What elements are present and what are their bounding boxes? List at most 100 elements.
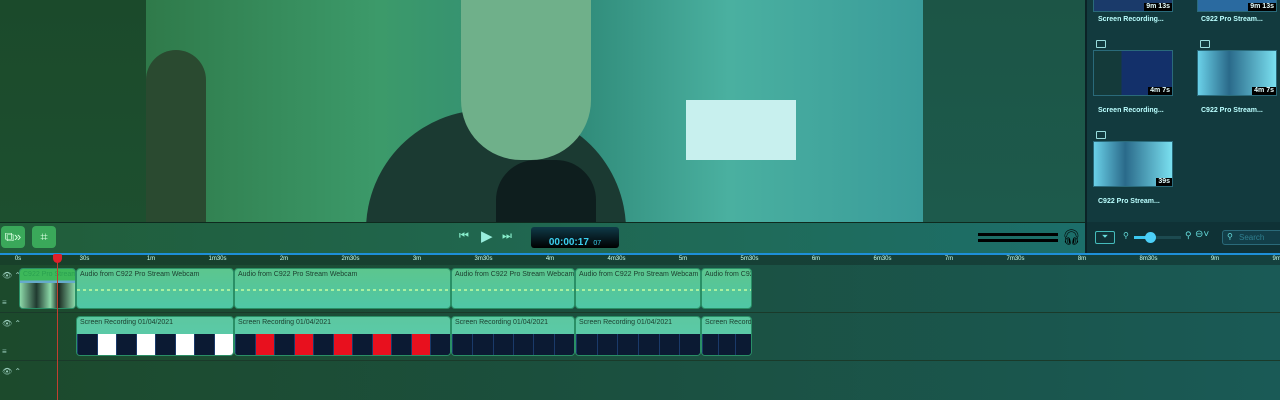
play-button[interactable]: ▶ — [481, 227, 493, 245]
ruler-tick-label: 8m — [1077, 256, 1087, 262]
media-duration: 4m 7s — [1148, 87, 1172, 95]
media-name[interactable]: Screen Recording... — [1098, 107, 1164, 114]
audio-clip[interactable]: Audio from C922 Pro Stream Webcam — [234, 268, 451, 309]
media-duration: 39s — [1156, 178, 1172, 186]
clip-thumbnails — [77, 334, 233, 355]
screen-icon — [1200, 40, 1210, 48]
ruler-tick-label: 8m30s — [1139, 256, 1158, 262]
track-visibility-icon[interactable]: 👁︎ ⌃ — [2, 367, 21, 376]
clip-title: C922 Pro Stream — [23, 271, 75, 278]
media-toolbar: ⏷ ⚲ ⚲ ⊖˅ ⚲ Search — [1087, 222, 1280, 253]
search-placeholder: Search — [1239, 233, 1265, 242]
media-thumb[interactable]: 9m 13s — [1197, 0, 1277, 12]
ruler-tick-label: 9m30s — [1272, 256, 1280, 262]
canvas-left-margin — [0, 0, 146, 222]
audio-waveform — [702, 289, 751, 291]
clip-title: Screen Recording 01/04/2021 — [238, 319, 332, 326]
clip-title: Audio from C922 Pro Stream Webcam — [705, 271, 751, 278]
ruler-tick-label: 6m — [811, 256, 821, 262]
media-thumb[interactable]: 39s — [1093, 141, 1173, 187]
ruler-tick-label: 30s — [79, 256, 90, 262]
export-button[interactable]: ⧉» — [1, 226, 25, 248]
audio-clip[interactable]: Audio from C922 Pro Stream Webcam — [575, 268, 701, 309]
clip-title: Audio from C922 Pro Stream Webcam — [455, 271, 574, 278]
screen-icon — [1096, 40, 1106, 48]
fast-forward-button[interactable]: ⏭ — [502, 230, 512, 243]
search-input[interactable]: ⚲ Search — [1222, 230, 1280, 245]
playback-toolbar: ⧉» ⌗ ⏮ ▶ ⏭ 00:00:17 07 🎧︎ — [0, 222, 1085, 253]
search-icon: ⚲ — [1227, 232, 1233, 241]
filter-icon[interactable]: ⏷ — [1095, 231, 1115, 244]
headphones-icon[interactable]: 🎧︎ — [1062, 228, 1081, 246]
slider-knob[interactable] — [1145, 232, 1156, 243]
media-thumb[interactable]: 4m 7s — [1197, 50, 1277, 96]
more-options-icon[interactable]: ⊖˅ — [1195, 229, 1209, 240]
ruler-tick-label: 1m — [146, 256, 156, 262]
thumbnail-size-slider[interactable] — [1134, 232, 1181, 243]
media-name[interactable]: Screen Recording... — [1098, 16, 1164, 23]
clip-title: Screen Recording 01/04/2021 — [579, 319, 673, 326]
timeline-ruler[interactable]: 0s 30s 1m 1m30s 2m 2m30s 3m 3m30s 4m 4m30s 5m 5m30s… — [0, 253, 1280, 265]
guitar-shape — [146, 50, 206, 222]
clip-thumbnails — [702, 334, 751, 355]
clip-title: Screen Recording 01/04/2021 — [705, 319, 751, 326]
clip-title: Screen Recording 01/04/2021 — [80, 319, 174, 326]
screen-recording-clip[interactable]: Screen Recording 01/04/2021 — [575, 316, 701, 356]
audio-waveform — [235, 289, 450, 291]
timecode-display: 00:00:17 07 — [531, 227, 619, 248]
rewind-button[interactable]: ⏮ — [459, 230, 469, 243]
audio-clip[interactable]: Audio from C922 Pro Stream Webcam — [76, 268, 234, 309]
media-name[interactable]: C922 Pro Stream... — [1098, 198, 1160, 205]
screen-recording-clip[interactable]: Screen Recording 01/04/2021 — [451, 316, 575, 356]
ruler-tick-label: 7m30s — [1006, 256, 1025, 262]
media-duration: 9m 13s — [1144, 3, 1172, 11]
audio-meter-right — [978, 239, 1058, 242]
track-visibility-icon[interactable]: 👁︎ ⌃ — [2, 319, 21, 328]
audio-meter-left — [978, 233, 1058, 236]
zoom-out-icon[interactable]: ⚲ — [1123, 231, 1129, 240]
media-duration: 4m 7s — [1252, 87, 1276, 95]
microphone — [496, 160, 596, 222]
audio-waveform — [77, 289, 233, 291]
clip-thumbnails — [576, 334, 700, 355]
ruler-tick-label: 4m30s — [607, 256, 626, 262]
audio-clip[interactable]: Audio from C922 Pro Stream Webcam — [451, 268, 575, 309]
clip-title: Audio from C922 Pro Stream Webcam — [80, 271, 200, 278]
playhead-handle[interactable] — [53, 254, 62, 263]
media-name[interactable]: C922 Pro Stream... — [1201, 107, 1263, 114]
media-name[interactable]: C922 Pro Stream... — [1201, 16, 1263, 23]
media-thumb[interactable]: 4m 7s — [1093, 50, 1173, 96]
timecode-frames: 07 — [593, 240, 602, 247]
clip-title: Audio from C922 Pro Stream Webcam — [579, 271, 699, 278]
screen-icon — [1096, 131, 1106, 139]
crop-icon: ⌗ — [40, 229, 48, 244]
ruler-tick-label: 5m — [678, 256, 688, 262]
track-menu-icon[interactable]: ≡ — [2, 298, 7, 307]
crop-button[interactable]: ⌗ — [32, 226, 56, 248]
screen-recording-clip[interactable]: Screen Recording 01/04/2021 — [76, 316, 234, 356]
ruler-tick-label: 9m — [1210, 256, 1220, 262]
clip-thumbnails — [452, 334, 574, 355]
timeline-tracks: 👁︎ ⌃ ≡ 👁︎ ⌃ ≡ 👁︎ ⌃ C922 Pro Stream Audio… — [0, 265, 1280, 400]
ruler-tick-label: 1m30s — [208, 256, 227, 262]
audio-clip[interactable]: Audio from C922 Pro Stream Webcam — [701, 268, 752, 309]
audio-waveform — [576, 289, 700, 291]
ruler-tick-label: 2m30s — [341, 256, 360, 262]
ruler-tick-label: 6m30s — [873, 256, 892, 262]
video-preview[interactable] — [146, 0, 923, 222]
ruler-tick-label: 3m30s — [474, 256, 493, 262]
ruler-tick-label: 5m30s — [740, 256, 759, 262]
clip-thumbnails — [20, 283, 75, 308]
zoom-in-icon[interactable]: ⚲ — [1185, 230, 1192, 241]
track-menu-icon[interactable]: ≡ — [2, 347, 7, 356]
media-thumb[interactable]: 9m 13s — [1093, 0, 1173, 12]
printer-shape — [686, 100, 796, 160]
ruler-tick-label: 4m — [545, 256, 555, 262]
screen-recording-clip[interactable]: Screen Recording 01/04/2021 — [234, 316, 451, 356]
video-clip[interactable]: C922 Pro Stream — [19, 268, 76, 309]
playhead-line — [57, 255, 58, 400]
screen-recording-clip[interactable]: Screen Recording 01/04/2021 — [701, 316, 752, 356]
ruler-tick-label: 0s — [14, 256, 22, 262]
ruler-tick-label: 7m — [944, 256, 954, 262]
person-face — [461, 0, 591, 160]
